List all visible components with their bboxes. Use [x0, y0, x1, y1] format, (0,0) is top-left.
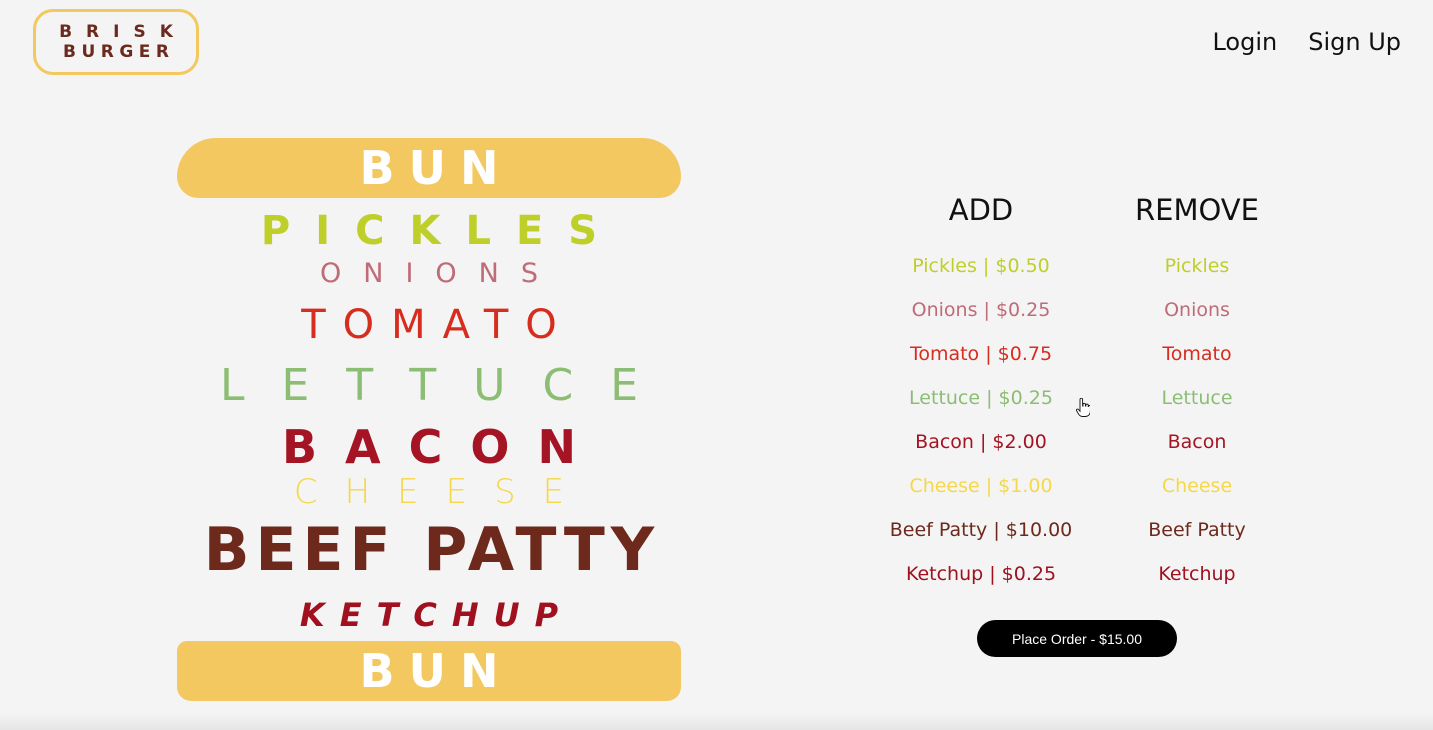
layer-bacon: BACON: [281, 420, 605, 474]
remove-heading: REMOVE: [1135, 193, 1259, 227]
layer-ketchup: KETCHUP: [299, 596, 574, 634]
remove-list: Pickles Onions Tomato Lettuce Bacon Chee…: [1100, 244, 1294, 596]
bottom-shadow: [0, 712, 1433, 730]
remove-item-pickles[interactable]: Pickles: [1100, 244, 1294, 288]
remove-item-bacon[interactable]: Bacon: [1100, 420, 1294, 464]
layer-pickles: PICKLES: [260, 208, 623, 254]
layer-lettuce: LETTUCE: [219, 360, 676, 411]
remove-item-ketchup[interactable]: Ketchup: [1100, 552, 1294, 596]
add-list: Pickles | $0.50 Onions | $0.25 Tomato | …: [870, 244, 1092, 596]
logo-line-2: BURGER: [62, 42, 175, 62]
add-item-lettuce[interactable]: Lettuce | $0.25: [870, 376, 1092, 420]
add-item-beef-patty[interactable]: Beef Patty | $10.00: [870, 508, 1092, 552]
brand-logo[interactable]: BRISK BURGER: [33, 9, 199, 75]
remove-item-beef-patty[interactable]: Beef Patty: [1100, 508, 1294, 552]
remove-item-cheese[interactable]: Cheese: [1100, 464, 1294, 508]
add-item-pickles[interactable]: Pickles | $0.50: [870, 244, 1092, 288]
top-bun: BUN: [177, 138, 681, 198]
signup-link[interactable]: Sign Up: [1308, 28, 1401, 56]
add-heading: ADD: [948, 193, 1014, 227]
logo-line-1: BRISK: [59, 21, 187, 42]
add-column: ADD Pickles | $0.50 Onions | $0.25 Tomat…: [870, 190, 1092, 596]
top-nav: Login Sign Up: [1212, 28, 1401, 56]
place-order-button[interactable]: Place Order - $15.00: [977, 620, 1177, 657]
layer-beef-patty: BEEF PATTY: [203, 515, 661, 585]
layer-cheese: CHEESE: [293, 472, 592, 512]
layer-onions: ONIONS: [320, 258, 560, 289]
remove-column: REMOVE Pickles Onions Tomato Lettuce Bac…: [1100, 190, 1294, 596]
remove-item-lettuce[interactable]: Lettuce: [1100, 376, 1294, 420]
add-item-ketchup[interactable]: Ketchup | $0.25: [870, 552, 1092, 596]
add-item-cheese[interactable]: Cheese | $1.00: [870, 464, 1092, 508]
bottom-bun: BUN: [177, 641, 681, 701]
remove-item-onions[interactable]: Onions: [1100, 288, 1294, 332]
login-link[interactable]: Login: [1212, 28, 1277, 56]
add-item-tomato[interactable]: Tomato | $0.75: [870, 332, 1092, 376]
layer-tomato: TOMATO: [301, 302, 574, 348]
page: BRISK BURGER Login Sign Up BUN PICKLES O…: [0, 0, 1433, 730]
add-item-onions[interactable]: Onions | $0.25: [870, 288, 1092, 332]
hand-cursor-icon: [1076, 398, 1090, 417]
remove-item-tomato[interactable]: Tomato: [1100, 332, 1294, 376]
add-item-bacon[interactable]: Bacon | $2.00: [870, 420, 1092, 464]
